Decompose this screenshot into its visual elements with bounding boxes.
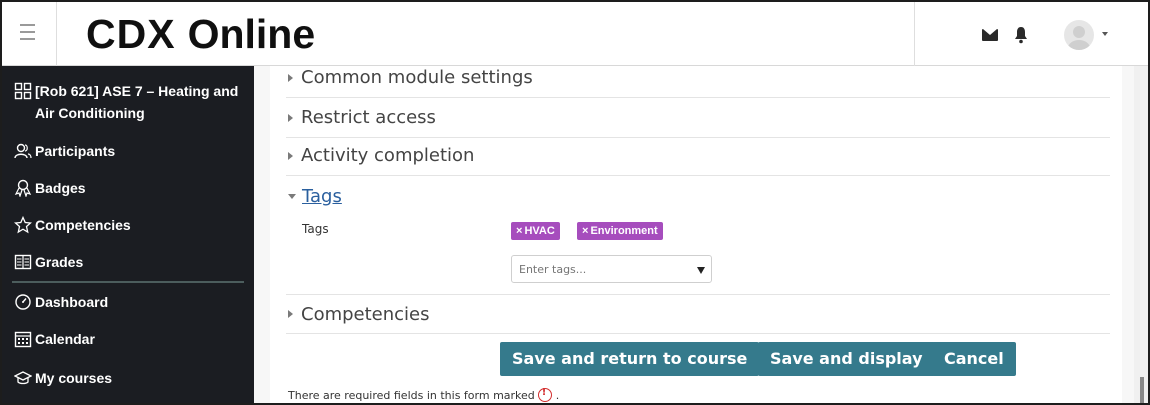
brand-logo[interactable]: CDX Online [86,10,315,58]
brand-online-text: Online [187,10,316,57]
scrollbar-thumb[interactable] [1140,377,1144,403]
sidebar-item-badges[interactable]: Badges [14,177,86,199]
collapse-right-icon [288,113,293,122]
section-common-module-settings[interactable]: Common module settings [286,58,1110,98]
collapse-right-icon [288,151,293,160]
section-restrict-access[interactable]: Restrict access [286,98,1110,138]
save-and-return-button[interactable]: Save and return to course [500,342,760,376]
bell-icon[interactable] [1013,26,1029,44]
calendar-icon [14,331,32,348]
sidebar-item-label: Grades [35,254,84,270]
tag-chip-label: HVAC [524,225,555,237]
brand-cdx-text: CDX [86,10,176,57]
grades-icon [14,254,32,270]
navbar-right-divider [914,2,915,66]
section-competencies[interactable]: Competencies [286,294,1110,334]
main-content: Common module settings Restrict access A… [270,66,1122,403]
sidebar-divider [12,281,244,283]
app-frame: CDX Online [Rob 621] ASE 7 – Heating and… [0,0,1150,405]
sidebar-item-label: Participants [35,143,116,159]
top-navbar: CDX Online [2,2,1148,66]
section-activity-completion[interactable]: Activity completion [286,136,1110,176]
section-label: Restrict access [301,107,436,128]
sidebar: [Rob 621] ASE 7 – Heating and Air Condit… [2,66,257,403]
sidebar-item-label: My courses [35,370,113,386]
tag-chip-hvac[interactable]: × HVAC [511,222,560,240]
my-courses-icon [14,371,32,385]
sidebar-item-label: Badges [35,180,86,196]
sidebar-item-label: [Rob 621] ASE 7 – Heating and Air Condit… [35,83,239,121]
remove-tag-icon[interactable]: × [516,225,522,237]
expand-down-icon [288,193,296,199]
required-fields-note: There are required fields in this form m… [288,387,560,402]
sidebar-item-label: Dashboard [35,294,109,310]
sidebar-item-grades[interactable]: Grades [14,251,83,273]
sidebar-item-competencies[interactable]: Competencies [14,214,131,236]
section-label: Competencies [301,303,430,325]
participants-icon [14,143,32,159]
star-icon [14,216,32,234]
tag-chip-label: Environment [590,225,658,237]
badge-icon [14,179,32,197]
dashboard-icon [15,294,31,310]
navbar-divider [56,2,57,66]
sidebar-item-calendar[interactable]: Calendar [14,328,95,350]
section-tags[interactable]: Tags [286,176,1110,216]
section-label: Tags [302,185,342,207]
cancel-button[interactable]: Cancel [932,342,1016,376]
hamburger-icon[interactable] [20,24,35,42]
tags-input[interactable] [512,256,682,282]
avatar-icon[interactable] [1064,20,1094,50]
required-note-text: There are required fields in this form m… [288,388,535,402]
sidebar-item-participants[interactable]: Participants [14,140,115,162]
sidebar-item-label: Competencies [35,217,131,233]
required-icon [537,387,552,402]
section-label: Activity completion [301,145,475,166]
sidebar-item-label: Calendar [35,331,95,347]
tag-chip-environment[interactable]: × Environment [577,222,663,240]
collapse-right-icon [288,310,293,318]
required-note-end: . [555,388,560,402]
collapse-right-icon [288,73,293,82]
scrollbar-track[interactable] [1134,66,1148,403]
save-and-display-button[interactable]: Save and display [758,342,935,376]
caret-down-icon[interactable] [1102,32,1108,36]
section-label: Common module settings [301,67,533,88]
tags-input-wrapper[interactable] [511,255,712,283]
mail-icon[interactable] [982,29,998,41]
sidebar-item-course[interactable]: [Rob 621] ASE 7 – Heating and Air Condit… [14,80,257,124]
dropdown-arrow-icon[interactable] [697,267,705,274]
remove-tag-icon[interactable]: × [582,225,588,237]
sidebar-item-my-courses[interactable]: My courses [14,367,112,389]
course-grid-icon [14,82,32,100]
tags-field-label: Tags [302,222,329,236]
sidebar-item-dashboard[interactable]: Dashboard [14,291,108,313]
